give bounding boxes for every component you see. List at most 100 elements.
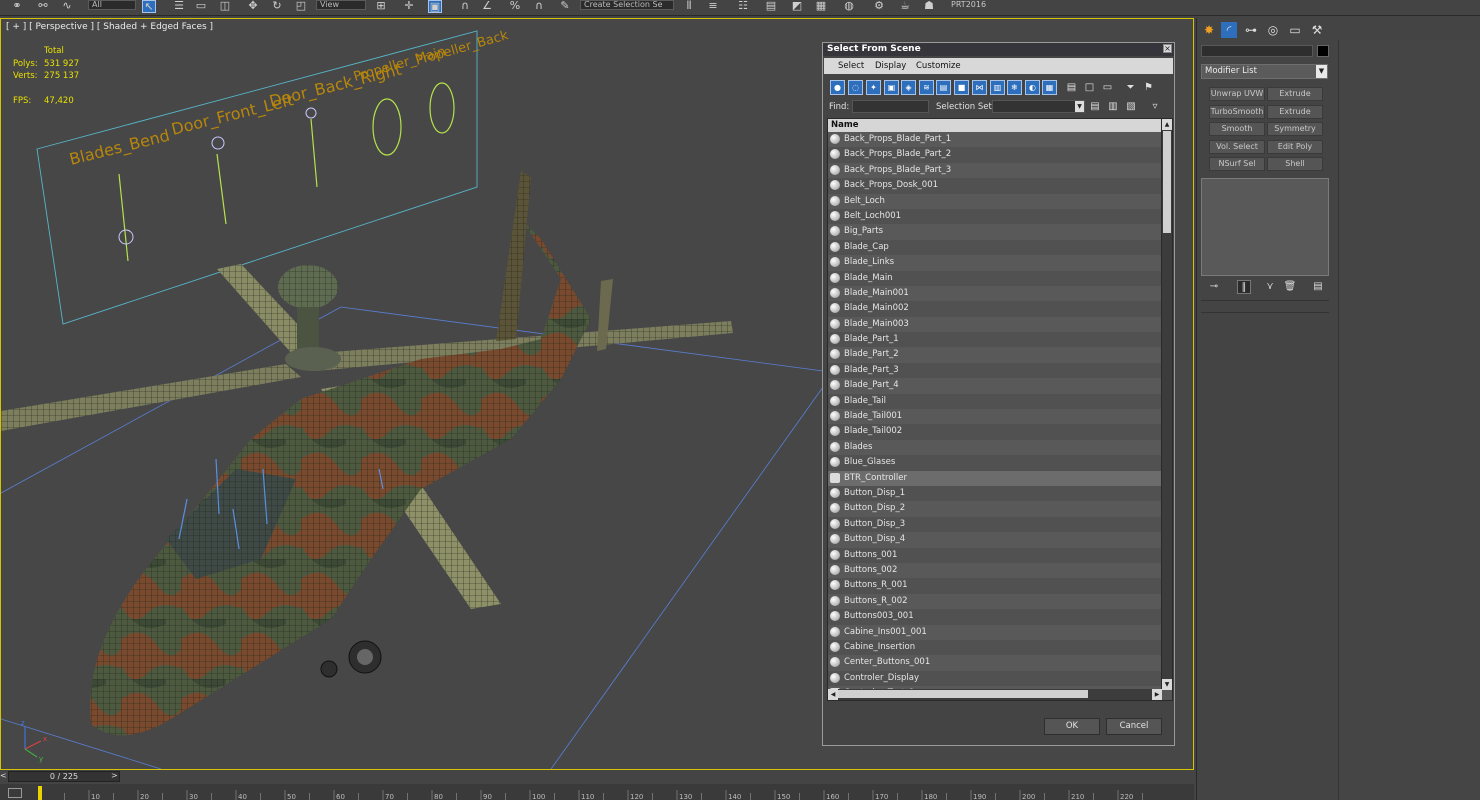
list-item[interactable]: Cabine_Ins001_001 <box>828 624 1162 640</box>
list-item[interactable]: Blue_Glases <box>828 455 1162 471</box>
invert-selection-icon[interactable]: ▭ <box>1100 80 1115 95</box>
list-item[interactable]: Belt_Loch001 <box>828 208 1162 225</box>
hierarchy-tab-icon[interactable]: ⊶ <box>1243 22 1259 38</box>
modifier-list-dropdown[interactable]: Modifier List ▼ <box>1201 64 1328 79</box>
utilities-tab-icon[interactable]: ⚒ <box>1309 22 1325 38</box>
curve-editor-icon[interactable]: ◩ <box>790 0 804 13</box>
modifier-button[interactable]: Extrude <box>1267 87 1323 101</box>
horizontal-scrollbar[interactable]: ◀ ▶ <box>828 689 1162 700</box>
close-icon[interactable]: × <box>1163 44 1172 53</box>
modifier-button[interactable]: Shell <box>1267 157 1323 171</box>
modifier-button[interactable]: Smooth <box>1209 122 1265 136</box>
modify-tab-icon[interactable]: ◜ <box>1221 22 1237 38</box>
modifier-button[interactable]: Unwrap UVW <box>1209 87 1265 101</box>
layer-manager-icon[interactable]: ☷ <box>736 0 750 13</box>
list-item[interactable]: Blade_Main001 <box>828 285 1162 302</box>
modifier-button[interactable]: Edit Poly <box>1267 139 1323 154</box>
scale-icon[interactable]: ◰ <box>294 0 308 13</box>
snap-toggle-icon[interactable]: ∩ <box>458 0 472 13</box>
render-production-icon[interactable]: ☗ <box>922 0 936 13</box>
scroll-left-arrow[interactable]: ◀ <box>828 689 838 700</box>
next-frame-arrow[interactable]: > <box>111 771 119 782</box>
select-none-icon[interactable]: □ <box>1082 80 1097 95</box>
select-object-icon[interactable]: ↖ <box>142 0 156 13</box>
align-icon[interactable]: ≡ <box>706 0 720 13</box>
named-selection-dropdown[interactable]: Create Selection Se <box>580 0 674 10</box>
unlink-icon[interactable]: ⚯ <box>36 0 50 13</box>
spinner-snap-icon[interactable]: ∩ <box>532 0 546 13</box>
list-item[interactable]: Button_Disp_1 <box>828 485 1162 502</box>
display-helpers-icon[interactable]: ◈ <box>901 80 916 95</box>
list-item[interactable]: Blade_Tail002 <box>828 424 1162 440</box>
show-end-result-icon[interactable]: ∥ <box>1237 280 1251 294</box>
modifier-button[interactable]: Vol. Select <box>1209 139 1265 154</box>
display-xrefs-icon[interactable]: ■ <box>954 80 969 95</box>
selection-set-dropdown[interactable]: ▼ <box>992 100 1085 113</box>
list-item[interactable]: Back_Props_Blade_Part_2 <box>828 147 1162 163</box>
options-dropdown-icon[interactable]: ▿ <box>1149 100 1161 113</box>
display-groups-icon[interactable]: ▤ <box>936 80 951 95</box>
graphite-toggle-icon[interactable]: ▤ <box>764 0 778 13</box>
list-item[interactable]: Button_Disp_2 <box>828 501 1162 517</box>
current-frame-marker[interactable] <box>38 786 42 800</box>
link-icon[interactable]: ⚭ <box>10 0 24 13</box>
add-selection-set-icon[interactable]: ▤ <box>1089 100 1101 113</box>
edit-named-sel-icon[interactable]: ✎ <box>558 0 572 13</box>
remove-selection-set-icon[interactable]: ▥ <box>1107 100 1119 113</box>
modifier-button[interactable]: Extrude <box>1267 104 1323 119</box>
bind-spacewarp-icon[interactable]: ∿ <box>60 0 74 13</box>
list-item[interactable]: BTR_Controller <box>828 470 1162 486</box>
list-item[interactable]: Button_Disp_4 <box>828 532 1162 548</box>
scroll-up-arrow[interactable]: ▲ <box>1162 119 1172 130</box>
list-item[interactable]: Button_Disp_3 <box>828 516 1162 533</box>
scroll-down-arrow[interactable]: ▼ <box>1162 679 1172 690</box>
find-input[interactable] <box>852 100 929 113</box>
render-frame-icon[interactable]: ☕ <box>898 0 912 13</box>
list-item[interactable]: Big_Parts <box>828 224 1162 240</box>
list-item[interactable]: Buttons_001 <box>828 547 1162 563</box>
viewport-label-menu[interactable]: [ + ] [ Perspective ] [ Shaded + Edged F… <box>6 22 213 32</box>
display-spacewarps-icon[interactable]: ≋ <box>919 80 934 95</box>
list-item[interactable]: Blade_Part_2 <box>828 347 1162 363</box>
view-coord-dropdown[interactable]: View <box>316 0 366 10</box>
scroll-right-arrow[interactable]: ▶ <box>1152 689 1162 700</box>
list-item[interactable]: Buttons_R_002 <box>828 593 1162 610</box>
list-item[interactable]: Back_Props_Dosk_001 <box>828 178 1162 194</box>
list-item[interactable]: Buttons_002 <box>828 562 1162 579</box>
list-item[interactable]: Blade_Main002 <box>828 301 1162 317</box>
select-by-name-icon[interactable]: ☰ <box>172 0 186 13</box>
move-icon[interactable]: ✥ <box>246 0 260 13</box>
remove-modifier-icon[interactable]: 🗑 <box>1283 280 1297 294</box>
list-item[interactable]: Blade_Main003 <box>828 316 1162 333</box>
percent-snap-icon[interactable]: % <box>508 0 522 13</box>
list-item[interactable]: Back_Props_Blade_Part_1 <box>828 132 1162 148</box>
modifier-button[interactable]: Symmetry <box>1267 122 1323 136</box>
make-unique-icon[interactable]: ⋎ <box>1263 280 1277 294</box>
list-item[interactable]: Blade_Part_3 <box>828 362 1162 379</box>
render-setup-icon[interactable]: ⚙ <box>872 0 886 13</box>
window-crossing-icon[interactable]: ◫ <box>218 0 232 13</box>
filter-icon[interactable]: ⏷ <box>1123 80 1138 95</box>
pivot-icon[interactable]: ⊞ <box>374 0 388 13</box>
vertical-scrollbar[interactable]: ▲ ▼ <box>1161 119 1172 690</box>
menu-display[interactable]: Display <box>875 58 906 74</box>
display-tab-icon[interactable]: ▭ <box>1287 22 1303 38</box>
schematic-view-icon[interactable]: ▦ <box>814 0 828 13</box>
list-item[interactable]: Blade_Tail <box>828 393 1162 410</box>
object-color-swatch[interactable] <box>1317 45 1329 57</box>
list-item[interactable]: Blades <box>828 439 1162 456</box>
display-frozen-icon[interactable]: ❄ <box>1007 80 1022 95</box>
list-item[interactable]: Buttons_R_001 <box>828 578 1162 594</box>
key-filter-icon[interactable] <box>8 788 22 798</box>
pin-stack-icon[interactable]: ⊸ <box>1207 280 1221 294</box>
rotate-icon[interactable]: ↻ <box>270 0 284 13</box>
display-geometry-icon[interactable]: ● <box>830 80 845 95</box>
list-item[interactable]: Blade_Part_1 <box>828 332 1162 348</box>
modifier-button[interactable]: TurboSmooth <box>1209 104 1265 119</box>
manipulate-icon[interactable]: ✛ <box>402 0 416 13</box>
mirror-icon[interactable]: ⫴ <box>682 0 696 13</box>
prev-frame-arrow[interactable]: < <box>0 771 8 782</box>
filter-settings-icon[interactable]: ⚑ <box>1141 80 1156 95</box>
list-item[interactable]: Blade_Part_4 <box>828 378 1162 394</box>
list-item[interactable]: Buttons003_001 <box>828 609 1162 625</box>
